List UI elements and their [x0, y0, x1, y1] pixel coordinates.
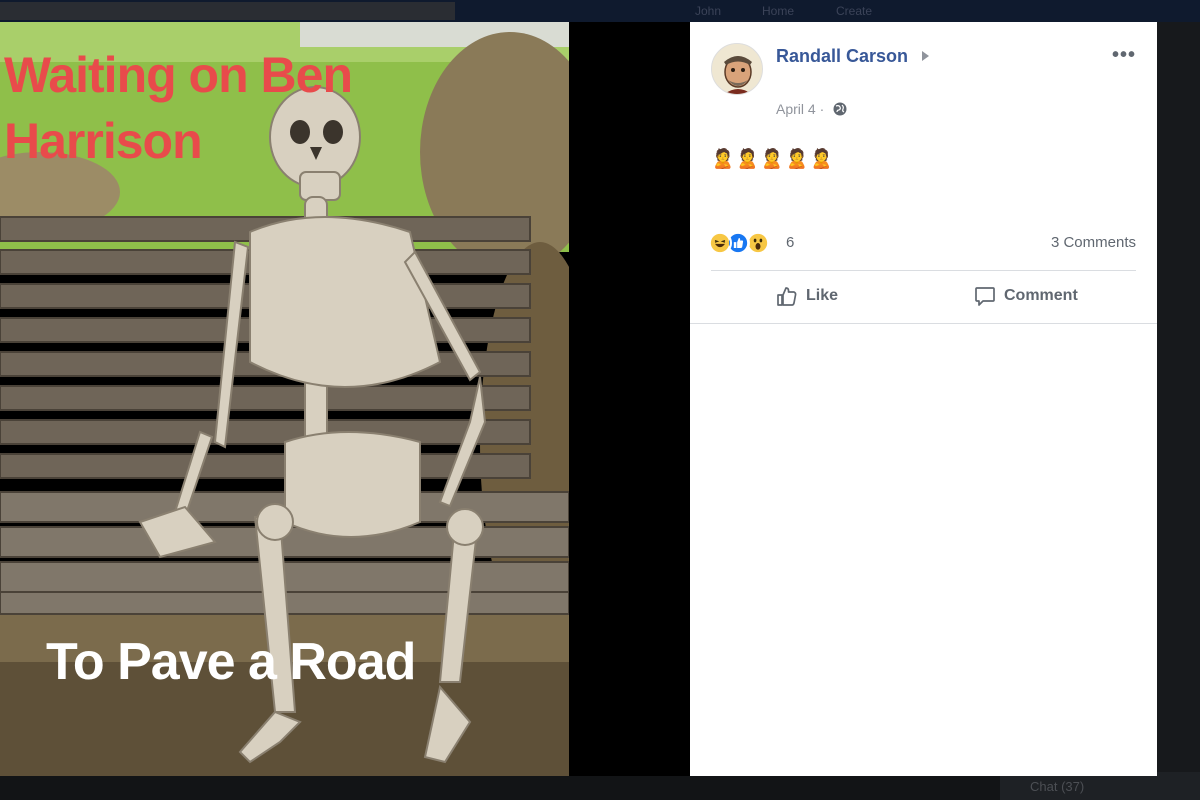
comment-button-label: Comment — [1004, 287, 1078, 304]
divider — [711, 270, 1136, 271]
comments-count-link[interactable]: 3 Comments — [1051, 234, 1136, 251]
meme-bottom-caption: To Pave a Road — [46, 633, 416, 691]
background-right-column — [1157, 22, 1200, 800]
share-caret-icon — [922, 51, 929, 61]
globe-icon — [833, 102, 847, 116]
like-button-label: Like — [806, 287, 839, 304]
thumbs-up-icon — [777, 287, 797, 306]
background-nav-create: Create — [836, 4, 873, 18]
avatar-portrait-icon — [712, 44, 762, 94]
post-timestamp[interactable]: April 4 · — [776, 101, 824, 117]
post-photo[interactable]: Waiting on Ben Harrison To Pave a Road — [0, 22, 569, 776]
post-side-panel: Randall Carson ••• April 4 · 🙎🙎🙎🙎🙎 6 3 C… — [690, 22, 1157, 776]
author-avatar[interactable] — [711, 43, 763, 95]
reaction-count: 6 — [786, 234, 795, 251]
background-nav-profile: John — [695, 4, 722, 18]
like-button[interactable]: Like — [776, 283, 838, 309]
divider — [690, 323, 1157, 324]
background-nav-home: Home — [762, 4, 795, 18]
background-bottom-strip — [0, 776, 1000, 800]
meme-top-caption: Waiting on Ben Harrison — [4, 47, 353, 169]
background-search-bar — [0, 2, 455, 20]
comment-bubble-icon — [975, 287, 995, 306]
post-options-button[interactable]: ••• — [1112, 44, 1136, 67]
chat-bar[interactable]: Chat (37) — [1000, 772, 1200, 800]
comment-button[interactable]: Comment — [974, 283, 1078, 309]
author-name-link[interactable]: Randall Carson — [776, 46, 908, 67]
haha-icon — [708, 231, 732, 255]
photo-theater: Waiting on Ben Harrison To Pave a Road — [0, 22, 690, 776]
post-body-emojis: 🙎🙎🙎🙎🙎 — [711, 149, 835, 170]
